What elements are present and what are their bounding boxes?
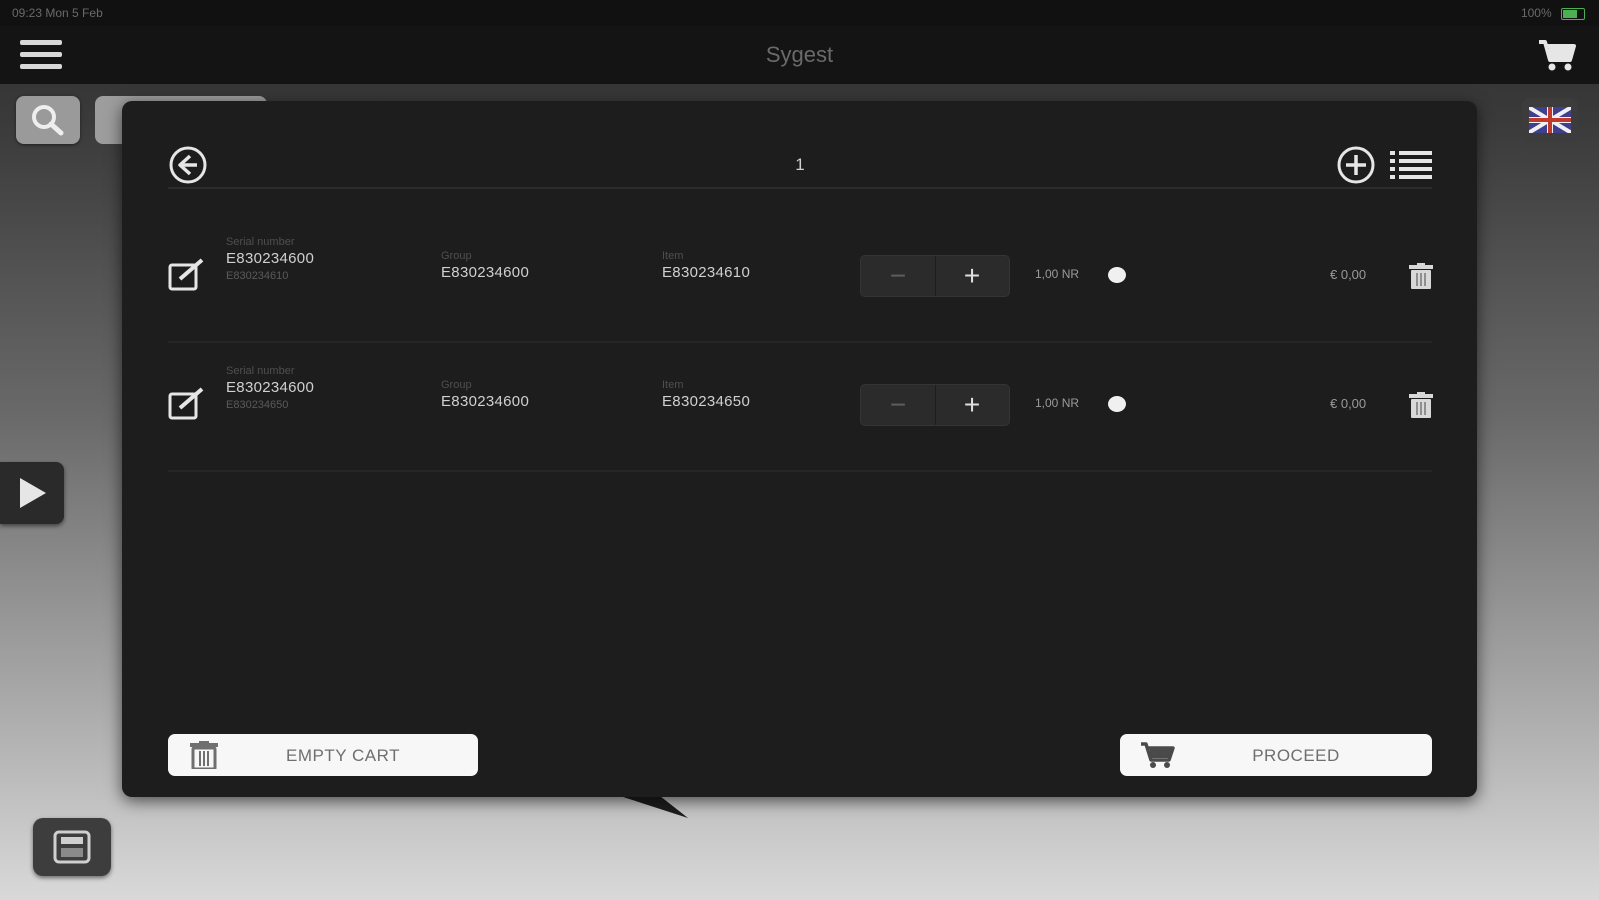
popover-header: 1 <box>168 145 1432 189</box>
item-value: E830234650 <box>662 393 751 410</box>
serial-sub: E830234610 <box>226 270 289 282</box>
page-number: 1 <box>795 155 805 174</box>
increment-button[interactable]: + <box>935 256 1009 296</box>
top-bar: Sygest <box>0 26 1599 84</box>
play-icon <box>20 478 46 508</box>
edit-icon[interactable] <box>168 386 206 420</box>
group-label: Group <box>441 379 472 391</box>
proceed-label: PROCEED <box>1252 746 1340 765</box>
group-label: Group <box>441 250 472 262</box>
empty-cart-button[interactable]: EMPTY CART <box>168 734 478 776</box>
trash-icon[interactable] <box>1409 392 1433 418</box>
empty-cart-label: EMPTY CART <box>286 746 400 765</box>
serial-value: E830234600 <box>226 379 315 396</box>
calculator-button[interactable] <box>33 818 111 876</box>
add-icon[interactable] <box>1336 145 1376 185</box>
decrement-button[interactable]: − <box>861 385 936 425</box>
quantity-toggle[interactable] <box>1108 267 1126 283</box>
uk-flag-icon <box>1529 107 1571 133</box>
quantity-value: 1,00 NR <box>1035 267 1080 281</box>
status-bar: 09:23 Mon 5 Feb 100% <box>0 0 1599 26</box>
increment-button[interactable]: + <box>935 385 1009 425</box>
item-label: Item <box>662 250 684 262</box>
side-panel-toggle[interactable] <box>0 462 64 524</box>
cart-icon <box>1539 40 1576 71</box>
battery-icon <box>1561 7 1585 20</box>
cart-row: Serial number E830234600 E830234610 Grou… <box>168 213 1433 343</box>
serial-label: Serial number <box>226 365 295 377</box>
search-icon <box>32 105 64 136</box>
trash-icon[interactable] <box>1409 263 1433 289</box>
cart-popover: 1 Serial number E830234600 E830234610 Gr… <box>122 101 1477 797</box>
serial-value: E830234600 <box>226 250 315 267</box>
list-icon[interactable] <box>1390 149 1432 181</box>
popover-tail <box>620 796 688 818</box>
edit-icon[interactable] <box>168 257 206 291</box>
row-price: € 0,00 <box>1330 267 1367 282</box>
serial-sub: E830234650 <box>226 399 289 411</box>
status-date: Mon 5 Feb <box>45 6 103 20</box>
group-value: E830234600 <box>441 264 530 281</box>
item-label: Item <box>662 379 684 391</box>
item-value: E830234610 <box>662 264 751 281</box>
language-button[interactable] <box>1522 98 1578 142</box>
row-price: € 0,00 <box>1330 396 1367 411</box>
proceed-button[interactable]: PROCEED <box>1120 734 1432 776</box>
status-time: 09:23 <box>12 6 43 20</box>
quantity-value: 1,00 NR <box>1035 396 1080 410</box>
cart-row: Serial number E830234600 E830234650 Grou… <box>168 342 1433 472</box>
battery-level: 100% <box>1520 6 1552 20</box>
decrement-button[interactable]: − <box>861 256 936 296</box>
cart-button[interactable] <box>1537 38 1577 77</box>
group-value: E830234600 <box>441 393 530 410</box>
quantity-stepper: − + <box>860 384 1010 426</box>
app-title: Sygest <box>765 42 834 67</box>
quantity-stepper: − + <box>860 255 1010 297</box>
serial-label: Serial number <box>226 236 295 248</box>
search-button[interactable] <box>16 96 80 144</box>
quantity-toggle[interactable] <box>1108 396 1126 412</box>
calculator-icon <box>53 830 91 864</box>
